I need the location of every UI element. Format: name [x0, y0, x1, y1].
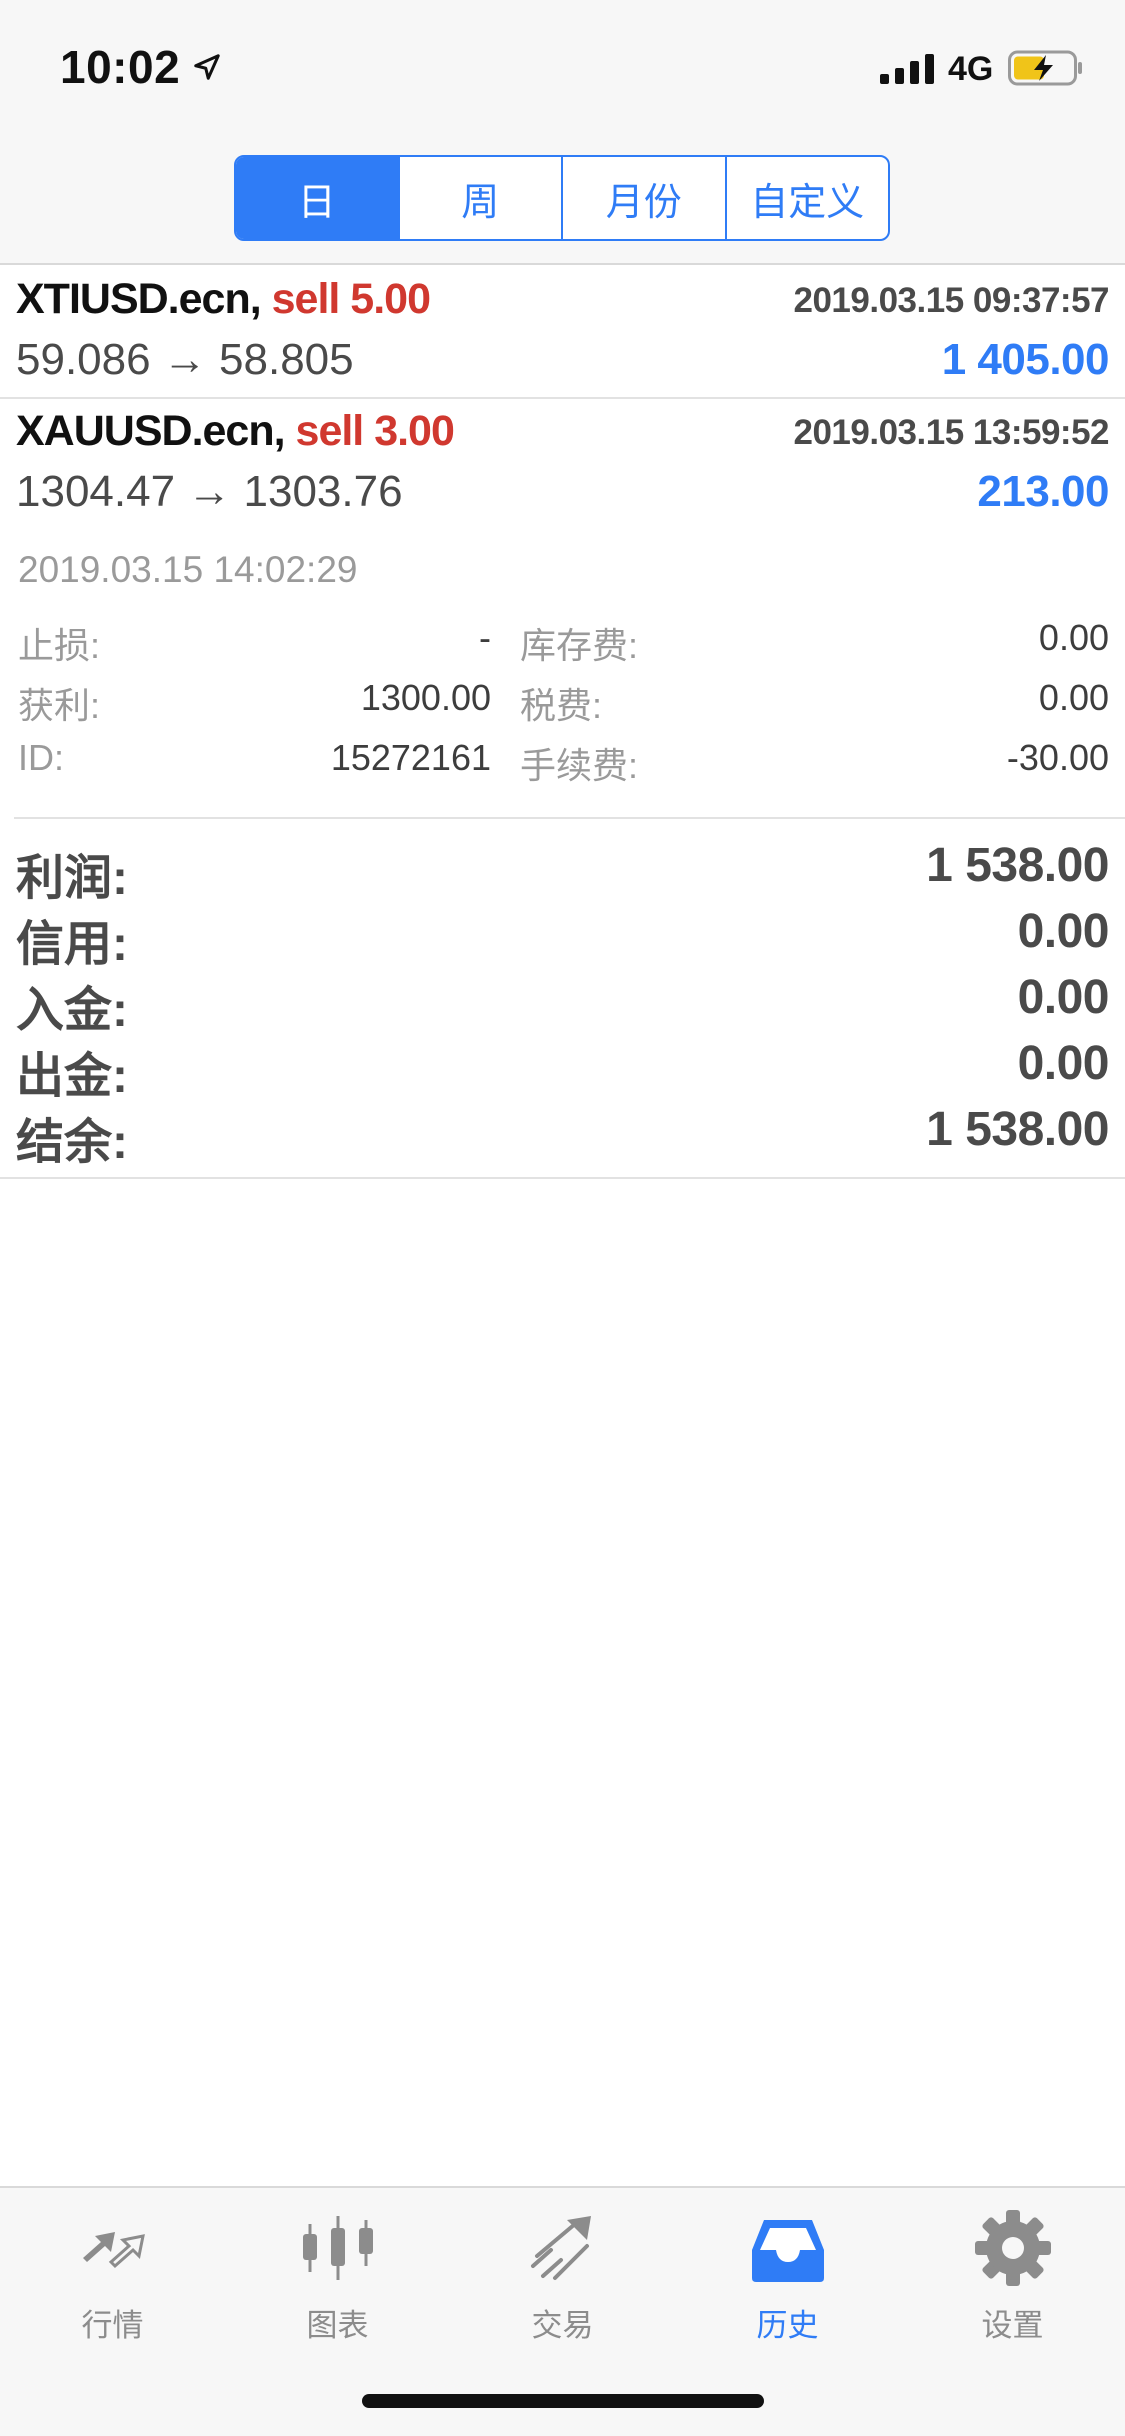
divider	[14, 817, 1125, 819]
trade-icon	[530, 2216, 591, 2280]
gear-icon	[974, 2210, 1051, 2286]
deal-symbol-name: XAUUSD.ecn,	[16, 407, 286, 455]
tab-quotes-label: 行情	[81, 2308, 144, 2343]
tab-settings-label: 设置	[981, 2308, 1044, 2343]
summary-credit-label: 信用:	[16, 918, 128, 971]
deal-close-time: 2019.03.15 14:02:29	[18, 549, 358, 590]
home-indicator	[362, 2394, 764, 2408]
summary-credit-value: 0.00	[1017, 905, 1110, 958]
summary-balance-label: 结余:	[16, 1116, 128, 1169]
chart-icon	[302, 2216, 373, 2280]
history-icon	[751, 2220, 824, 2282]
tab-settings[interactable]: 设置	[900, 2206, 1125, 2356]
deal-symbol: XAUUSD.ecn, sell 3.00	[16, 407, 455, 456]
deal-symbol-name: XTIUSD.ecn,	[16, 275, 262, 323]
take-profit-value: 1300.00	[360, 677, 491, 718]
swap-value: 0.00	[1038, 617, 1109, 658]
tax-value: 0.00	[1038, 677, 1109, 718]
commission-value: -30.00	[1006, 737, 1109, 778]
tab-quotes[interactable]: 行情	[0, 2206, 225, 2356]
stop-loss-value: -	[479, 617, 491, 658]
top-area: 10:02 4G 日 周 月份 自定义	[0, 0, 1125, 265]
deal-prices: 59.086 → 58.805	[16, 335, 354, 384]
summary-deposit-label: 入金:	[16, 984, 128, 1037]
commission-label: 手续费:	[520, 745, 639, 786]
stop-loss-label: 止损:	[18, 625, 101, 666]
deal-prices: 1304.47 → 1303.76	[16, 467, 403, 516]
deal-side: sell 3.00	[295, 407, 455, 455]
period-segmented-control: 日 周 月份 自定义	[234, 155, 890, 241]
summary-divider	[0, 1177, 1125, 1179]
summary-profit-value: 1 538.00	[926, 839, 1109, 892]
tax-label: 税费:	[520, 685, 603, 726]
tab-chart-label: 图表	[306, 2308, 369, 2343]
segment-week[interactable]: 周	[400, 157, 563, 239]
segment-month[interactable]: 月份	[563, 157, 727, 239]
deal-profit: 213.00	[977, 467, 1109, 516]
summary-balance-value: 1 538.00	[926, 1103, 1109, 1156]
battery-charging-icon	[1008, 50, 1082, 86]
deal-open-time: 2019.03.15 13:59:52	[793, 413, 1110, 452]
summary-withdrawal-label: 出金:	[16, 1050, 128, 1103]
deal-row[interactable]: XTIUSD.ecn, sell 5.00 2019.03.15 09:37:5…	[0, 267, 1125, 399]
deal-side: sell 5.00	[271, 275, 431, 323]
segment-custom[interactable]: 自定义	[727, 157, 889, 239]
id-label: ID:	[18, 737, 65, 778]
deal-symbol: XTIUSD.ecn, sell 5.00	[16, 275, 431, 324]
deal-open-time: 2019.03.15 09:37:57	[793, 281, 1110, 320]
quotes-icon	[82, 2232, 145, 2269]
summary-deposit-value: 0.00	[1017, 971, 1110, 1024]
segment-day[interactable]: 日	[236, 157, 400, 239]
tab-history-label: 历史	[756, 2308, 819, 2343]
tab-trade-label: 交易	[531, 2308, 594, 2343]
signal-icon	[880, 54, 934, 84]
location-arrow-icon	[194, 54, 220, 80]
deal-profit: 1 405.00	[941, 335, 1110, 384]
take-profit-label: 获利:	[18, 685, 101, 726]
summary-withdrawal-value: 0.00	[1017, 1037, 1110, 1090]
id-value: 15272161	[330, 737, 491, 778]
tab-chart[interactable]: 图表	[225, 2206, 450, 2356]
network-type: 4G	[948, 50, 994, 88]
summary-profit-label: 利润:	[16, 852, 128, 905]
tab-history[interactable]: 历史	[675, 2206, 900, 2356]
swap-label: 库存费:	[520, 625, 639, 666]
status-time: 10:02	[60, 41, 181, 93]
tab-trade[interactable]: 交易	[450, 2206, 675, 2356]
deal-row-expanded[interactable]: XAUUSD.ecn, sell 3.00 2019.03.15 13:59:5…	[0, 399, 1125, 819]
